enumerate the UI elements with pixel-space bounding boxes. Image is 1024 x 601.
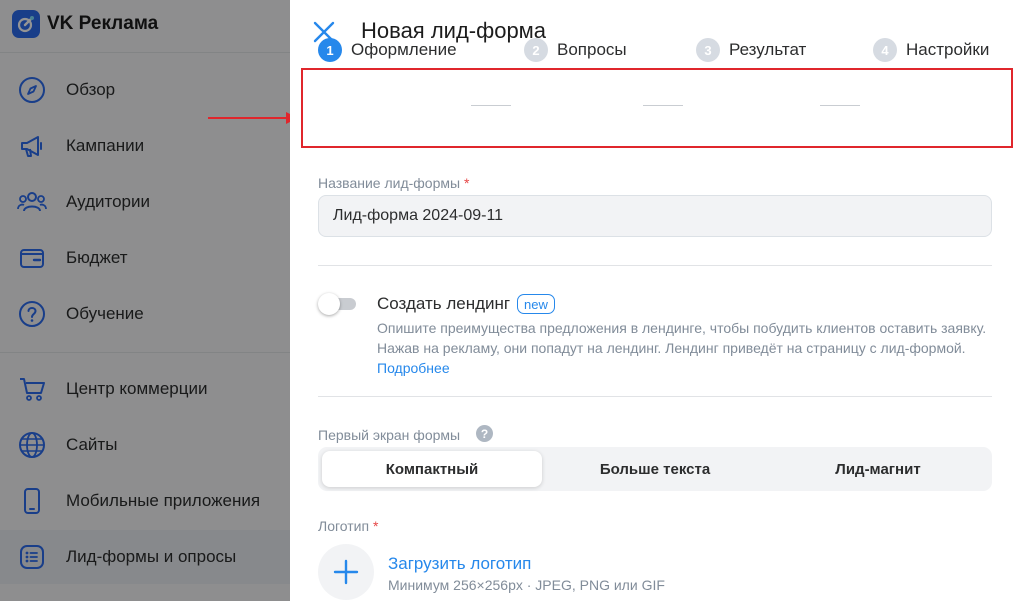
required-mark: *: [372, 518, 379, 534]
step-number: 2: [524, 38, 548, 62]
plus-icon: [333, 559, 359, 585]
step-design[interactable]: 1 Оформление: [318, 37, 457, 63]
learn-more-link[interactable]: Подробнее: [377, 360, 450, 376]
landing-title: Создать лендинг: [377, 294, 511, 313]
field-label: Название лид-формы *: [318, 175, 469, 191]
toggle-knob: [318, 293, 340, 315]
annotation-arrow-icon: [208, 112, 298, 124]
upload-logo-link[interactable]: Загрузить логотип: [388, 554, 531, 574]
landing-description-text: Опишите преимущества предложения в ленди…: [377, 320, 987, 356]
upload-hint: Минимум 256×256px · JPEG, PNG или GIF: [388, 577, 665, 593]
step-label: Настройки: [906, 40, 990, 59]
step-settings[interactable]: 4 Настройки: [873, 37, 989, 63]
option-compact[interactable]: Компактный: [322, 451, 542, 487]
upload-logo-button[interactable]: [318, 544, 374, 600]
landing-description: Опишите преимущества предложения в ленди…: [377, 318, 997, 378]
step-label: Результат: [729, 40, 807, 59]
option-more-text[interactable]: Больше текста: [545, 451, 765, 487]
create-landing-toggle[interactable]: [318, 292, 360, 316]
stepper-highlight: [301, 68, 1013, 148]
lead-form-name-input[interactable]: Лид-форма 2024-09-11: [318, 195, 992, 237]
step-number: 3: [696, 38, 720, 62]
help-icon[interactable]: ?: [476, 425, 493, 442]
field-label: Логотип *: [318, 518, 378, 534]
step-connector: [643, 105, 683, 106]
logo-label: Логотип: [318, 518, 370, 534]
divider: [318, 265, 992, 266]
name-field-label: Название лид-формы: [318, 175, 461, 191]
step-number: 1: [318, 38, 342, 62]
input-value: Лид-форма 2024-09-11: [333, 207, 504, 224]
required-mark: *: [463, 175, 470, 191]
step-label: Вопросы: [557, 40, 627, 59]
option-lead-magnet[interactable]: Лид-магнит: [768, 451, 988, 487]
step-connector: [471, 105, 511, 106]
lead-form-panel: Новая лид-форма 1 Оформление 2 Вопросы 3…: [290, 0, 1024, 601]
first-screen-segmented-control: Компактный Больше текста Лид-магнит: [318, 447, 992, 491]
step-connector: [820, 105, 860, 106]
first-screen-label: Первый экран формы: [318, 427, 461, 443]
step-number: 4: [873, 38, 897, 62]
new-badge: new: [517, 294, 555, 314]
divider: [318, 396, 992, 397]
step-questions[interactable]: 2 Вопросы: [524, 37, 627, 63]
modal-backdrop[interactable]: [0, 0, 292, 601]
step-label: Оформление: [351, 40, 457, 59]
step-result[interactable]: 3 Результат: [696, 37, 806, 63]
